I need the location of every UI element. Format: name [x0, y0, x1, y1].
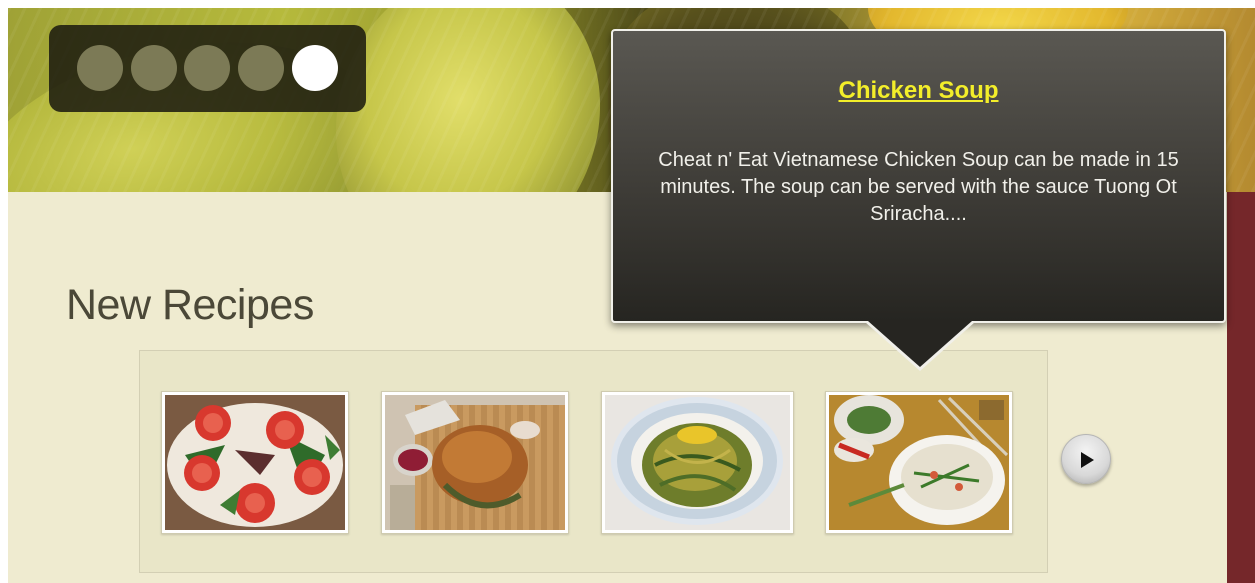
tooltip-pointer — [868, 321, 972, 367]
tooltip-recipe-title-link[interactable]: Chicken Soup — [613, 77, 1224, 105]
tooltip-recipe-description: Cheat n' Eat Vietnamese Chicken Soup can… — [658, 149, 1179, 225]
recipe-thumb-chicken-soup[interactable] — [825, 391, 1013, 534]
section-heading: New Recipes — [66, 281, 314, 329]
recipe-thumb-roast-chicken[interactable] — [381, 391, 569, 534]
chicken-soup-image — [829, 395, 1009, 530]
roast-chicken-image — [385, 395, 565, 530]
slider-dot-1[interactable] — [77, 45, 123, 91]
slider-dot-5-active[interactable] — [292, 45, 338, 91]
slider-dot-2[interactable] — [131, 45, 177, 91]
slider-dot-3[interactable] — [184, 45, 230, 91]
play-icon — [1081, 452, 1094, 468]
slider-dot-4[interactable] — [238, 45, 284, 91]
recipe-thumb-noodle-bowl[interactable] — [601, 391, 794, 534]
noodle-bowl-image — [605, 395, 790, 530]
slider-dots-panel — [49, 25, 366, 112]
carousel-next-button[interactable] — [1061, 434, 1111, 484]
recipe-thumb-tomato-pizza[interactable] — [161, 391, 349, 534]
recipe-tooltip-popup: Chicken Soup Cheat n' Eat Vietnamese Chi… — [611, 29, 1226, 371]
page: New Recipes Chicken Soup Cheat n' Eat Vi… — [8, 8, 1255, 583]
recipe-carousel — [139, 350, 1111, 573]
tomato-pizza-image — [165, 395, 345, 530]
sidebar-accent-band — [1227, 192, 1255, 583]
